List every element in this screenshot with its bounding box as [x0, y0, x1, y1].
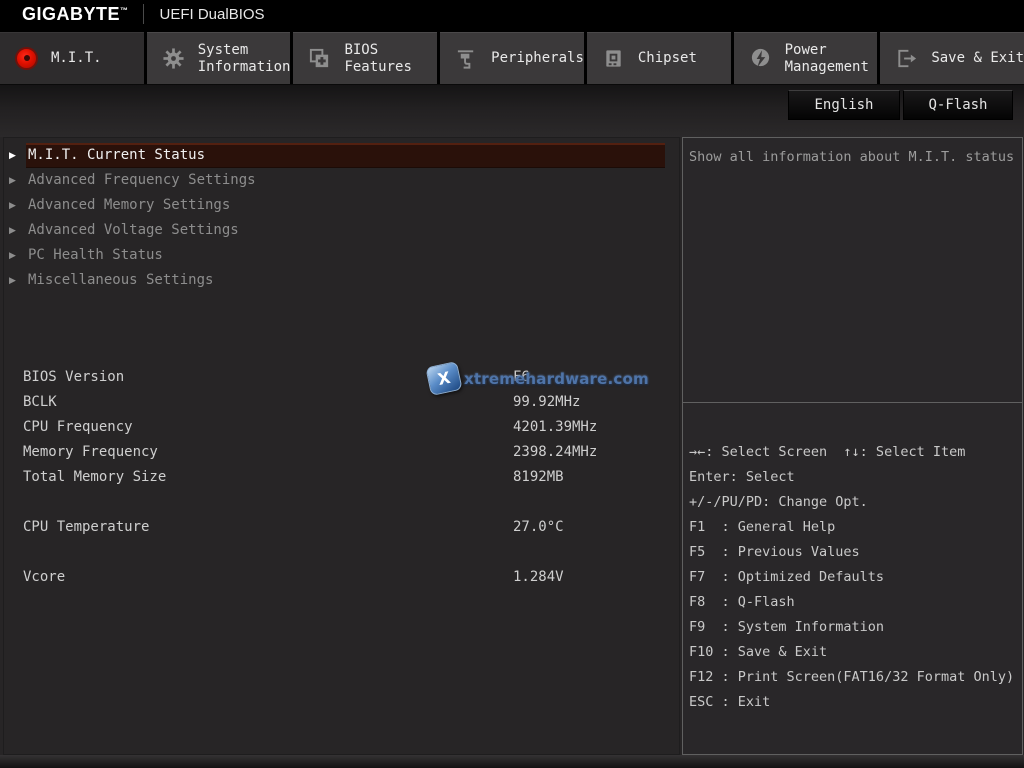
- key-legend-line: F12 : Print Screen(FAT16/32 Format Only): [689, 669, 1015, 685]
- status-value: 8192MB: [513, 469, 564, 485]
- status-value: 27.0°C: [513, 519, 564, 535]
- tab-label: System Information: [197, 41, 291, 75]
- menu-item-advanced-voltage-settings[interactable]: ▶ Advanced Voltage Settings: [4, 218, 679, 243]
- gear-icon: [160, 47, 187, 70]
- tab-label: Power Management: [784, 41, 869, 75]
- watermark-x-icon: X: [425, 360, 463, 397]
- menu-item-label: M.I.T. Current Status: [26, 143, 665, 168]
- menu-item-label: Advanced Frequency Settings: [28, 172, 256, 188]
- pointer-icon: ▶: [9, 175, 16, 186]
- help-panel: Show all information about M.I.T. status…: [682, 137, 1023, 755]
- key-legend-line: →←: Select Screen ↑↓: Select Item: [689, 444, 966, 460]
- status-row-memory-frequency: Memory Frequency 2398.24MHz: [4, 440, 665, 465]
- power-lightning-icon: [747, 47, 774, 70]
- quick-access-band: English Q-Flash: [0, 84, 1024, 137]
- key-legend-line: F1 : General Help: [689, 519, 836, 535]
- menu-item-advanced-memory-settings[interactable]: ▶ Advanced Memory Settings: [4, 193, 679, 218]
- status-value: 1.284V: [513, 569, 564, 585]
- menu-item-label: PC Health Status: [28, 247, 163, 263]
- product-title: UEFI DualBIOS: [159, 5, 265, 23]
- tab-label: Peripherals: [491, 50, 584, 66]
- bios-features-icon: [306, 47, 333, 70]
- key-legend-line: F9 : System Information: [689, 619, 885, 635]
- tab-chipset[interactable]: Chipset: [586, 32, 731, 84]
- tab-label: Chipset: [637, 50, 697, 66]
- language-button[interactable]: English: [788, 90, 900, 120]
- status-value: 4201.39MHz: [513, 419, 598, 435]
- chipset-icon: [600, 47, 627, 70]
- peripherals-icon: [453, 47, 480, 70]
- status-row-cpu-frequency: CPU Frequency 4201.39MHz: [4, 415, 665, 440]
- key-legend-line: F5 : Previous Values: [689, 544, 860, 560]
- status-value: 2398.24MHz: [513, 444, 598, 460]
- pointer-icon: ▶: [9, 150, 16, 161]
- pointer-icon: ▶: [9, 225, 16, 236]
- key-legend-line: F10 : Save & Exit: [689, 644, 828, 660]
- settings-pane: ▶ M.I.T. Current Status ▶ Advanced Frequ…: [3, 137, 680, 755]
- key-legend-line: Enter: Select: [689, 469, 795, 485]
- tab-save-exit[interactable]: Save & Exit: [880, 32, 1024, 84]
- save-exit-icon: [893, 47, 920, 70]
- pointer-icon: ▶: [9, 250, 16, 261]
- status-readouts: BIOS Version F6 BCLK 99.92MHz CPU Freque…: [4, 365, 665, 590]
- key-legend: →←: Select Screen ↑↓: Select Item Enter:…: [683, 403, 1022, 715]
- pointer-icon: ▶: [9, 275, 16, 286]
- tab-bar: M.I.T. System Information BIOS Features …: [0, 28, 1024, 84]
- gigabyte-logo: GIGABYTE™: [22, 3, 129, 24]
- menu-item-mit-current-status[interactable]: ▶ M.I.T. Current Status: [4, 143, 679, 168]
- status-row-total-memory-size: Total Memory Size 8192MB: [4, 465, 665, 490]
- tab-bios-features[interactable]: BIOS Features: [293, 32, 438, 84]
- bottom-strip: [0, 755, 1024, 768]
- qflash-button[interactable]: Q-Flash: [903, 90, 1013, 120]
- tab-label: Save & Exit: [931, 50, 1024, 66]
- key-legend-line: ESC : Exit: [689, 694, 771, 710]
- tab-label: BIOS Features: [344, 41, 412, 75]
- tab-power-management[interactable]: Power Management: [733, 32, 878, 84]
- tab-label: M.I.T.: [51, 50, 102, 66]
- key-legend-line: F7 : Optimized Defaults: [689, 569, 885, 585]
- menu-item-advanced-frequency-settings[interactable]: ▶ Advanced Frequency Settings: [4, 168, 679, 193]
- tab-system-information[interactable]: System Information: [146, 32, 291, 84]
- pointer-icon: ▶: [9, 200, 16, 211]
- title-divider: [142, 4, 144, 24]
- watermark-text: xtremehardware.com: [464, 369, 649, 388]
- menu-item-label: Advanced Memory Settings: [28, 197, 231, 213]
- status-row-vcore: Vcore 1.284V: [4, 565, 665, 590]
- mit-menu: ▶ M.I.T. Current Status ▶ Advanced Frequ…: [4, 138, 679, 293]
- item-description: Show all information about M.I.T. status: [683, 138, 1022, 403]
- status-row-bclk: BCLK 99.92MHz: [4, 390, 665, 415]
- menu-item-miscellaneous-settings[interactable]: ▶ Miscellaneous Settings: [4, 268, 679, 293]
- menu-item-label: Miscellaneous Settings: [28, 272, 214, 288]
- menu-item-pc-health-status[interactable]: ▶ PC Health Status: [4, 243, 679, 268]
- bios-setup-screen: GIGABYTE™ UEFI DualBIOS M.I.T. System In…: [0, 0, 1024, 768]
- menu-item-label: Advanced Voltage Settings: [28, 222, 239, 238]
- watermark: X xtremehardware.com: [425, 360, 649, 397]
- tab-mit[interactable]: M.I.T.: [0, 32, 144, 84]
- key-legend-line: F8 : Q-Flash: [689, 594, 795, 610]
- tab-peripherals[interactable]: Peripherals: [440, 32, 584, 84]
- status-row-cpu-temperature: CPU Temperature 27.0°C: [4, 515, 665, 540]
- title-bar: GIGABYTE™ UEFI DualBIOS: [0, 0, 1024, 28]
- mit-red-ball-icon: [13, 47, 40, 70]
- status-value: 99.92MHz: [513, 394, 581, 410]
- key-legend-line: +/-/PU/PD: Change Opt.: [689, 494, 868, 510]
